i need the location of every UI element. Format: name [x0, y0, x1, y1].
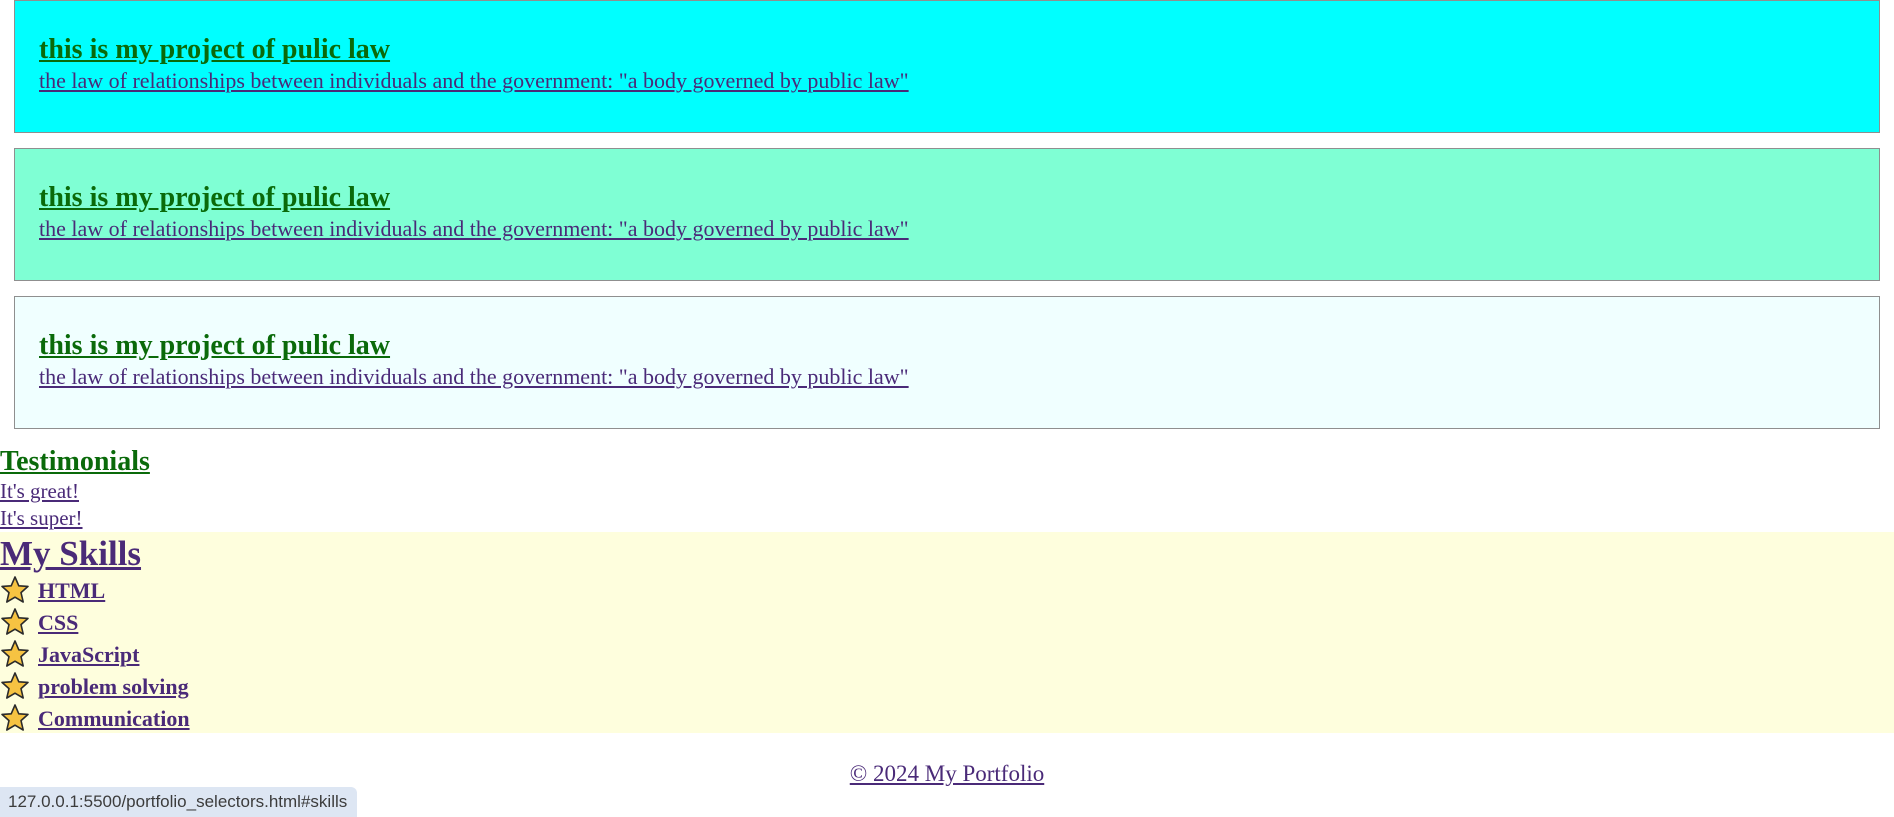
footer-copyright-link[interactable]: © 2024 My Portfolio	[850, 761, 1044, 786]
project-card: this is my project of pulic law the law …	[14, 296, 1880, 429]
project-description-link[interactable]: the law of relationships between individ…	[39, 216, 1879, 242]
star-icon	[1, 704, 29, 731]
testimonial-link[interactable]: It's great!	[0, 478, 1894, 505]
testimonials-title-link[interactable]: Testimonials	[0, 446, 1894, 478]
skill-item[interactable]: Communication	[0, 703, 1894, 735]
project-title-link[interactable]: this is my project of pulic law	[39, 182, 1879, 214]
star-icon	[1, 672, 29, 699]
projects-section: this is my project of pulic law the law …	[0, 0, 1894, 429]
project-description-link[interactable]: the law of relationships between individ…	[39, 364, 1879, 390]
skill-label: HTML	[38, 578, 106, 603]
footer: © 2024 My Portfolio	[0, 760, 1894, 788]
skill-item[interactable]: problem solving	[0, 671, 1894, 703]
skill-item[interactable]: CSS	[0, 607, 1894, 639]
status-url: 127.0.0.1:5500/portfolio_selectors.html#…	[8, 792, 348, 811]
project-card: this is my project of pulic law the law …	[14, 0, 1880, 133]
skill-label: problem solving	[38, 674, 189, 699]
testimonial-link[interactable]: It's super!	[0, 505, 1894, 532]
skill-label: CSS	[38, 610, 79, 635]
project-title-link[interactable]: this is my project of pulic law	[39, 34, 1879, 66]
skill-item[interactable]: JavaScript	[0, 639, 1894, 671]
testimonials-section: Testimonials It's great! It's super!	[0, 446, 1894, 532]
skill-item[interactable]: HTML	[0, 575, 1894, 607]
skill-label: Communication	[38, 706, 190, 731]
star-icon	[1, 576, 29, 603]
skill-label: JavaScript	[38, 642, 140, 667]
project-card: this is my project of pulic law the law …	[14, 148, 1880, 281]
star-icon	[1, 640, 29, 667]
skills-title-link[interactable]: My Skills	[0, 533, 1894, 575]
project-description-link[interactable]: the law of relationships between individ…	[39, 68, 1879, 94]
star-icon	[1, 608, 29, 635]
skills-section: My Skills HTML CSS JavaScript problem so…	[0, 532, 1894, 733]
project-title-link[interactable]: this is my project of pulic law	[39, 330, 1879, 362]
browser-status-bar: 127.0.0.1:5500/portfolio_selectors.html#…	[0, 787, 358, 817]
